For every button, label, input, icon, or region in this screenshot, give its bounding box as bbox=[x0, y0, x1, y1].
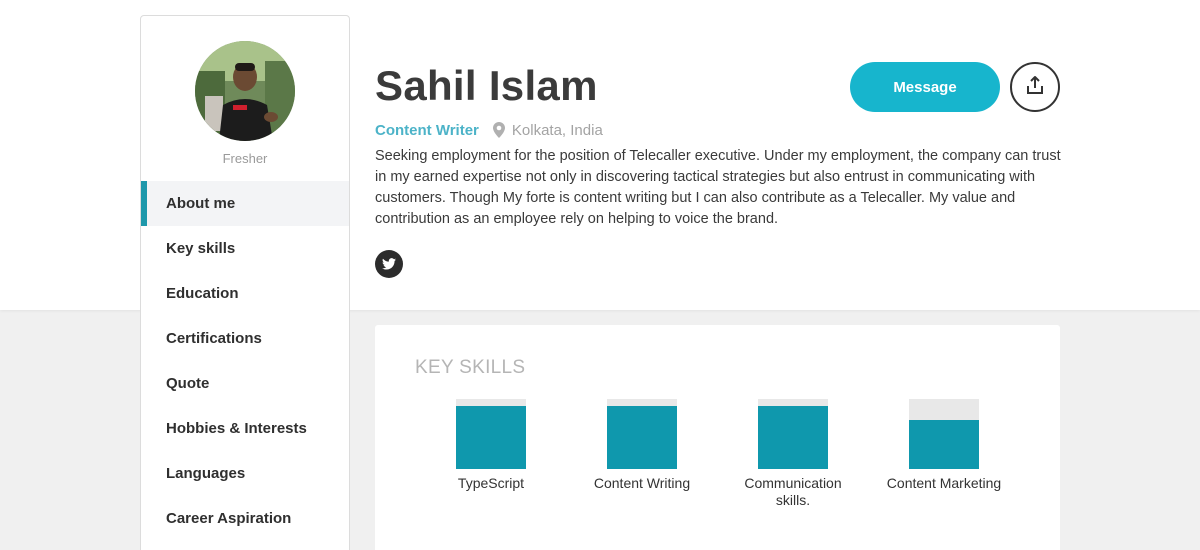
skill-bar-track bbox=[456, 399, 526, 469]
skill-label: Communication skills. bbox=[744, 475, 842, 508]
sidebar-item-certifications[interactable]: Certifications bbox=[141, 316, 349, 361]
skill-item: Content Marketing bbox=[869, 399, 1019, 492]
sidebar-item-education[interactable]: Education bbox=[141, 271, 349, 316]
skill-label: Content Marketing bbox=[886, 475, 1002, 491]
location-pin-icon bbox=[492, 122, 505, 138]
skill-bar-fill bbox=[607, 406, 677, 469]
skill-item: Content Writing bbox=[567, 399, 717, 492]
sidebar-item-languages[interactable]: Languages bbox=[141, 451, 349, 496]
skill-label: TypeScript bbox=[457, 475, 525, 491]
twitter-icon[interactable] bbox=[375, 250, 403, 278]
sidebar-item-quote[interactable]: Quote bbox=[141, 361, 349, 406]
key-skills-title: KEY SKILLS bbox=[415, 357, 526, 378]
profile-meta: Content Writer Kolkata, India bbox=[375, 121, 603, 139]
profile-location: Kolkata, India bbox=[511, 121, 603, 139]
skill-item: Communication skills. bbox=[718, 399, 868, 509]
skill-bar-track bbox=[909, 399, 979, 469]
sidebar-item-hobbies[interactable]: Hobbies & Interests bbox=[141, 406, 349, 451]
sidebar-item-key-skills[interactable]: Key skills bbox=[141, 226, 349, 271]
sidebar-item-career-aspiration[interactable]: Career Aspiration bbox=[141, 496, 349, 541]
skill-item: TypeScript bbox=[416, 399, 566, 492]
skill-bar-fill bbox=[456, 406, 526, 469]
sidebar-item-about-me[interactable]: About me bbox=[141, 181, 349, 226]
profile-name: Sahil Islam bbox=[375, 62, 598, 109]
share-button[interactable] bbox=[1010, 62, 1060, 112]
status-label: Fresher bbox=[222, 151, 268, 166]
key-skills-card: KEY SKILLS TypeScript Content Writing Co… bbox=[375, 325, 1060, 550]
skill-label: Content Writing bbox=[593, 475, 691, 491]
share-icon bbox=[1025, 75, 1045, 100]
sidebar: Fresher About me Key skills Education Ce… bbox=[140, 15, 350, 550]
avatar bbox=[195, 41, 295, 141]
sidebar-nav: About me Key skills Education Certificat… bbox=[141, 181, 349, 541]
skill-bar-track bbox=[758, 399, 828, 469]
skill-bar-fill bbox=[909, 420, 979, 469]
message-button[interactable]: Message bbox=[850, 62, 1000, 112]
profile-role[interactable]: Content Writer bbox=[375, 122, 479, 139]
profile-bio: Seeking employment for the position of T… bbox=[375, 148, 1061, 227]
skill-bar-track bbox=[607, 399, 677, 469]
skill-bar-fill bbox=[758, 406, 828, 469]
